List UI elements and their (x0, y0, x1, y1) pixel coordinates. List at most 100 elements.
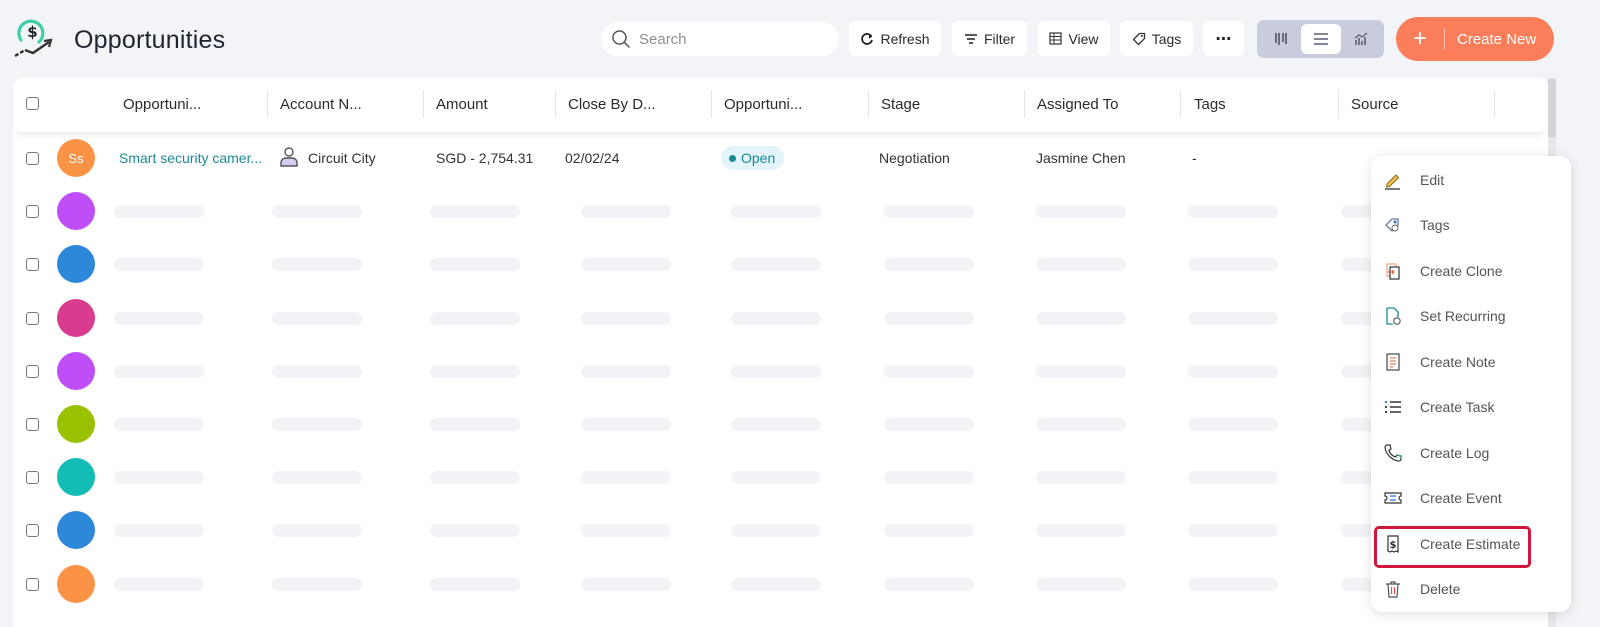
loading-placeholder (581, 524, 671, 538)
close-by-date: 02/02/24 (565, 150, 620, 166)
columns-view-icon (1049, 32, 1063, 45)
avatar (57, 192, 95, 231)
column-header-assigned-to[interactable]: Assigned To (1025, 78, 1118, 132)
tags-value: - (1192, 150, 1197, 166)
avatar (57, 405, 95, 443)
column-header-opportunity-status[interactable]: Opportuni... (712, 78, 802, 132)
menu-item-create-clone[interactable]: Create Clone (1371, 251, 1571, 291)
menu-item-label: Create Log (1420, 445, 1490, 461)
column-divider[interactable] (1180, 90, 1181, 118)
row-checkbox[interactable] (26, 524, 39, 538)
note-icon (1382, 351, 1404, 373)
scrollbar-thumb[interactable] (1548, 78, 1556, 138)
column-header-stage[interactable]: Stage (869, 78, 920, 132)
loading-placeholder (114, 418, 204, 431)
loading-placeholder (272, 258, 362, 272)
loading-placeholder (884, 471, 974, 485)
menu-item-label: Create Clone (1420, 263, 1503, 279)
column-divider[interactable] (1494, 90, 1495, 118)
table-row[interactable] (13, 292, 1548, 345)
row-checkbox[interactable] (26, 258, 39, 272)
more-options-button[interactable]: ⋯ (1203, 21, 1244, 56)
loading-placeholder (1188, 364, 1278, 378)
filter-button[interactable]: Filter (952, 21, 1027, 56)
table-row[interactable] (13, 504, 1548, 557)
loading-placeholder (430, 577, 520, 591)
row-checkbox[interactable] (26, 418, 39, 431)
row-checkbox[interactable] (26, 364, 39, 378)
plus-icon: + (1412, 25, 1427, 52)
table-row[interactable] (13, 451, 1548, 504)
menu-item-label: Delete (1420, 581, 1461, 597)
menu-item-delete[interactable]: Delete (1371, 569, 1571, 609)
opportunities-table: Opportuni... Account N... Amount Close B… (13, 78, 1548, 627)
kanban-icon (1275, 33, 1287, 45)
loading-placeholder (1188, 418, 1278, 431)
row-checkbox[interactable] (26, 471, 39, 485)
loading-placeholder (884, 418, 974, 431)
row-checkbox[interactable] (26, 577, 39, 591)
column-header-account-name[interactable]: Account N... (268, 78, 362, 132)
chart-view-button[interactable] (1341, 24, 1381, 54)
list-icon (1314, 33, 1328, 45)
column-header-tags[interactable]: Tags (1182, 78, 1226, 132)
table-row[interactable] (13, 238, 1548, 291)
page-header: $ Opportunities Refresh Filter View Tags… (0, 0, 1600, 78)
menu-item-create-event[interactable]: Create Event (1371, 478, 1571, 518)
loading-placeholder (884, 577, 974, 591)
menu-item-set-recurring[interactable]: Set Recurring (1371, 296, 1571, 336)
row-checkbox[interactable] (26, 205, 39, 219)
opportunity-name-link[interactable]: Smart security camer... (119, 150, 262, 166)
menu-item-create-log[interactable]: Create Log (1371, 433, 1571, 473)
kanban-view-button[interactable] (1261, 24, 1301, 54)
loading-placeholder (1188, 577, 1278, 591)
loading-placeholder (114, 311, 204, 325)
menu-item-tags[interactable]: Tags (1371, 205, 1571, 245)
table-row[interactable] (13, 398, 1548, 451)
menu-item-create-task[interactable]: Create Task (1371, 387, 1571, 427)
loading-placeholder (884, 524, 974, 538)
select-all-checkbox[interactable] (26, 97, 39, 110)
table-row[interactable] (13, 345, 1548, 398)
loading-placeholder (272, 311, 362, 325)
tags-button[interactable]: Tags (1120, 21, 1193, 56)
avatar (57, 245, 95, 284)
account-contact-icon (279, 146, 299, 173)
search-box[interactable] (601, 22, 839, 56)
view-button[interactable]: View (1038, 21, 1110, 56)
refresh-button[interactable]: Refresh (849, 21, 941, 56)
loading-placeholder (114, 205, 204, 219)
loading-placeholder (1188, 524, 1278, 538)
avatar (57, 298, 95, 337)
loading-placeholder (1036, 364, 1126, 378)
avatar: Ss (57, 139, 95, 177)
menu-item-create-note[interactable]: Create Note (1371, 342, 1571, 382)
search-input[interactable] (639, 30, 829, 48)
column-header-amount[interactable]: Amount (424, 78, 488, 132)
menu-item-label: Tags (1420, 217, 1450, 233)
row-checkbox[interactable] (26, 311, 39, 325)
refresh-label: Refresh (880, 30, 930, 47)
loading-placeholder (1188, 471, 1278, 485)
loading-placeholder (272, 364, 362, 378)
view-mode-toggle (1257, 20, 1384, 58)
list-view-button[interactable] (1301, 24, 1341, 54)
table-row[interactable]: Ss Smart security camer... Circuit City … (13, 132, 1548, 185)
loading-placeholder (884, 258, 974, 272)
loading-placeholder (1036, 577, 1126, 591)
menu-item-edit[interactable]: Edit (1371, 160, 1571, 200)
view-label: View (1068, 30, 1099, 47)
create-new-button[interactable]: + Create New (1396, 17, 1554, 61)
loading-placeholder (1036, 418, 1126, 431)
loading-placeholder (581, 577, 671, 591)
loading-placeholder (581, 258, 671, 272)
menu-item-create-estimate[interactable]: $ Create Estimate (1371, 524, 1571, 564)
column-header-close-by-date[interactable]: Close By D... (556, 78, 656, 132)
table-row[interactable] (13, 185, 1548, 238)
row-checkbox[interactable] (26, 152, 39, 165)
column-header-opportunity-name[interactable]: Opportuni... (111, 78, 201, 132)
loading-placeholder (1036, 205, 1126, 219)
loading-placeholder (114, 524, 204, 538)
column-header-source[interactable]: Source (1339, 78, 1399, 132)
table-row[interactable] (13, 558, 1548, 611)
